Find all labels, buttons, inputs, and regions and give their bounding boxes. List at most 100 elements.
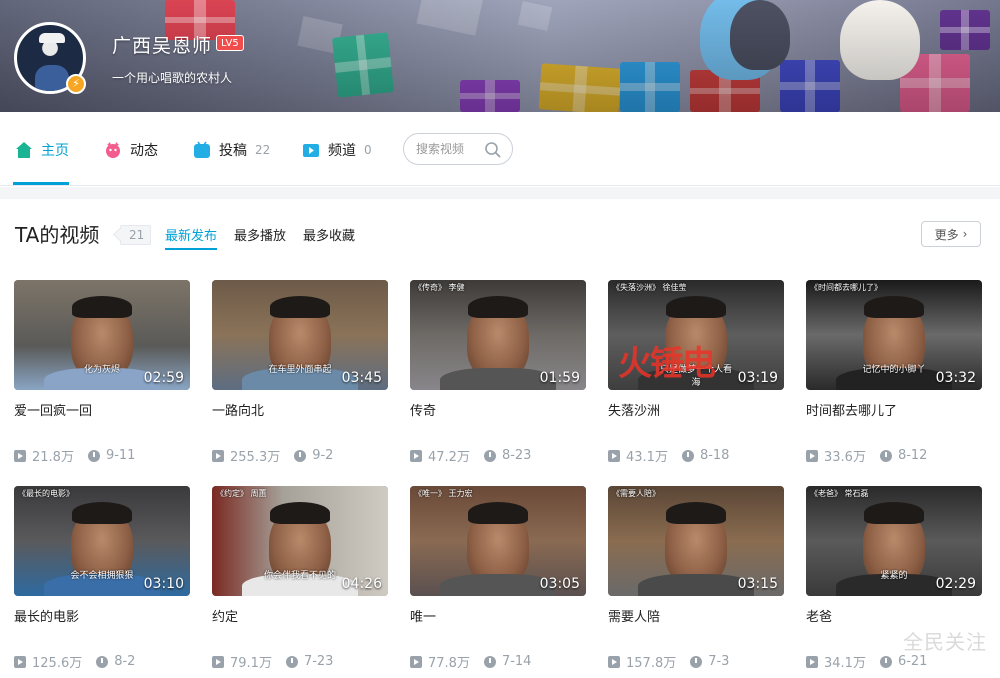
video-date-group: 8-12: [879, 448, 928, 463]
video-views: 47.2万: [428, 450, 470, 465]
thumbnail-song-label: 《时间都去哪儿了》: [810, 283, 882, 292]
username: 广西吴恩师: [112, 35, 213, 57]
video-meta: 21.8万 9-11: [14, 446, 135, 465]
video-card[interactable]: 化为灰烬 02:59 爱一回疯一回 21.8万 9-11: [14, 280, 190, 480]
tab-home[interactable]: 主页: [15, 138, 69, 162]
video-title[interactable]: 老爸: [806, 606, 832, 625]
video-date: 8-12: [897, 448, 928, 463]
video-date-group: 9-2: [294, 448, 333, 463]
search-icon[interactable]: [484, 141, 502, 159]
video-card[interactable]: 在车里外面串起 03:45 一路向北 255.3万 9-2: [212, 280, 388, 480]
video-views: 33.6万: [824, 450, 866, 465]
video-title[interactable]: 传奇: [410, 400, 436, 419]
video-thumbnail[interactable]: 《传奇》 李健 01:59: [410, 280, 586, 390]
tab-channel[interactable]: 频道 0: [302, 138, 372, 162]
clock-icon: [483, 449, 496, 462]
user-signature: 一个用心唱歌的农村人: [112, 71, 233, 85]
video-duration: 02:29: [935, 576, 976, 592]
order-latest[interactable]: 最新发布: [165, 225, 217, 244]
channel-count: 0: [364, 143, 372, 157]
video-meta: 43.1万 8-18: [608, 446, 729, 465]
active-tab-indicator: [13, 182, 69, 185]
video-meta: 79.1万 7-23: [212, 652, 333, 671]
home-icon: [16, 142, 32, 158]
tab-upload[interactable]: 投稿 22: [193, 138, 270, 162]
upload-icon: [194, 141, 210, 158]
video-title[interactable]: 最长的电影: [14, 606, 79, 625]
play-count-icon: [806, 449, 818, 462]
video-title[interactable]: 时间都去哪儿了: [806, 400, 897, 419]
more-button[interactable]: 更多 ›: [921, 221, 981, 247]
order-most-played[interactable]: 最多播放: [234, 225, 286, 244]
video-title[interactable]: 需要人陪: [608, 606, 660, 625]
video-title[interactable]: 失落沙洲: [608, 400, 660, 419]
video-meta: 33.6万 8-12: [806, 446, 927, 465]
level-badge: LV5: [216, 35, 244, 51]
video-thumbnail[interactable]: 《最长的电影》 会不会相拥狠狠 03:10: [14, 486, 190, 596]
video-title[interactable]: 唯一: [410, 606, 436, 625]
video-title[interactable]: 一路向北: [212, 400, 264, 419]
video-thumbnail[interactable]: 在车里外面串起 03:45: [212, 280, 388, 390]
profile-nav: 主页 动态 投稿 22 频道 0: [0, 112, 1000, 186]
play-count-icon: [212, 449, 224, 462]
thumbnail-caption: 化为灰烬: [83, 365, 120, 375]
video-search-input[interactable]: [416, 142, 486, 156]
video-thumbnail[interactable]: 《约定》 周蕙 你会伴我看不见的 04:26: [212, 486, 388, 596]
video-duration: 03:32: [935, 370, 976, 386]
singer-hair-image: [666, 502, 726, 524]
clock-icon: [681, 449, 694, 462]
video-card[interactable]: 《约定》 周蕙 你会伴我看不见的 04:26 约定 79.1万 7-23: [212, 486, 388, 678]
play-count-icon: [608, 449, 620, 462]
video-date-group: 8-2: [96, 654, 135, 669]
thumbnail-song-label: 《老爸》 常石磊: [810, 489, 869, 498]
video-card[interactable]: 《唯一》 王力宏 03:05 唯一 77.8万 7-14: [410, 486, 586, 678]
clock-icon: [285, 655, 298, 668]
video-views: 157.8万: [626, 656, 677, 671]
video-thumbnail[interactable]: 《时间都去哪儿了》 记忆中的小脚丫 03:32: [806, 280, 982, 390]
video-card[interactable]: 《需要人陪》 03:15 需要人陪 157.8万 7-3: [608, 486, 784, 678]
video-meta: 157.8万 7-3: [608, 652, 729, 671]
clock-icon: [879, 449, 892, 462]
singer-hair-image: [864, 296, 924, 318]
upload-count: 22: [255, 143, 271, 157]
chevron-right-icon: ›: [962, 227, 968, 241]
video-title[interactable]: 爱一回疯一回: [14, 400, 92, 419]
tab-home-label: 主页: [41, 143, 69, 159]
video-date-group: 7-3: [690, 654, 729, 669]
play-count-icon: [14, 655, 26, 668]
video-thumbnail[interactable]: 《需要人陪》 03:15: [608, 486, 784, 596]
lightning-badge-icon: ⚡: [66, 74, 86, 94]
video-views: 77.8万: [428, 656, 470, 671]
video-thumbnail[interactable]: 化为灰烬 02:59: [14, 280, 190, 390]
video-card[interactable]: 《时间都去哪儿了》 记忆中的小脚丫 03:32 时间都去哪儿了 33.6万 8-12: [806, 280, 982, 480]
video-card[interactable]: 《传奇》 李健 01:59 传奇 47.2万 8-23: [410, 280, 586, 480]
video-duration: 03:15: [737, 576, 778, 592]
dynamic-icon: [106, 142, 120, 158]
singer-hair-image: [468, 296, 528, 318]
thumbnail-caption: 会不会相拥狠狠: [70, 571, 134, 581]
video-views: 43.1万: [626, 450, 668, 465]
tab-upload-label: 投稿: [219, 143, 247, 159]
play-count-icon: [410, 655, 422, 668]
order-most-favorited[interactable]: 最多收藏: [303, 225, 355, 244]
play-count-icon: [608, 655, 620, 668]
video-duration: 03:10: [143, 576, 184, 592]
video-thumbnail[interactable]: 《老爸》 常石磊 紧紧的 02:29: [806, 486, 982, 596]
thumbnail-song-label: 《失落沙洲》 徐佳莹: [612, 283, 687, 292]
profile-banner: ⚡ 广西吴恩师 LV5 一个用心唱歌的农村人: [0, 0, 1000, 112]
video-date: 7-23: [303, 654, 334, 669]
section-title: TA的视频: [15, 223, 100, 247]
tab-dynamic[interactable]: 动态: [104, 138, 158, 162]
singer-hair-image: [270, 296, 330, 318]
video-thumbnail[interactable]: 《唯一》 王力宏 03:05: [410, 486, 586, 596]
clock-icon: [690, 655, 703, 668]
play-count-icon: [410, 449, 422, 462]
tab-dynamic-label: 动态: [130, 143, 158, 159]
video-title[interactable]: 约定: [212, 606, 238, 625]
video-duration: 04:26: [341, 576, 382, 592]
video-card[interactable]: 《最长的电影》 会不会相拥狠狠 03:10 最长的电影 125.6万 8-2: [14, 486, 190, 678]
clock-icon: [483, 655, 496, 668]
clock-icon: [96, 655, 109, 668]
video-date-group: 8-23: [483, 448, 531, 463]
video-duration: 03:05: [539, 576, 580, 592]
